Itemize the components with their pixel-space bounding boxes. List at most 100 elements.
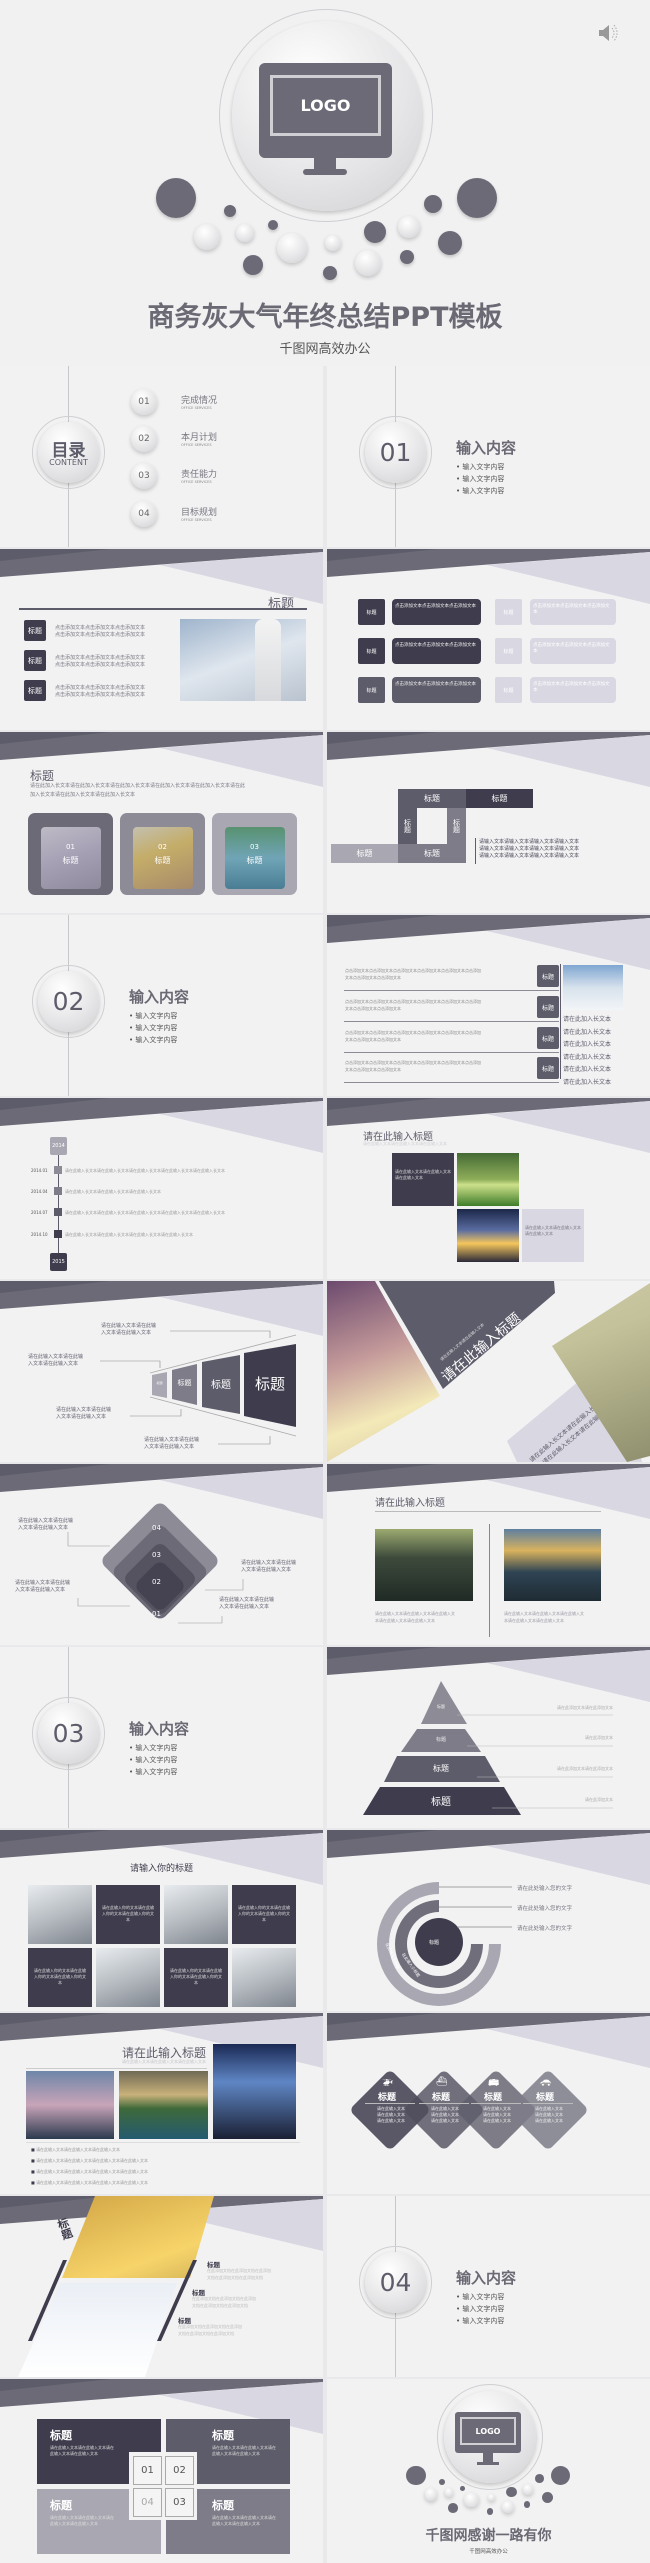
card-title: 标题 (212, 2429, 234, 2442)
photo-card[interactable]: 02 标题 (120, 813, 205, 895)
event-text: 请在此输入长文本请在此输入长文本请在此输入长文本请在此输入长文本请在此输入长文本 (65, 1210, 225, 1215)
side-text: 请在此加入长文本 (563, 1028, 612, 1036)
stair-box: 标题 (398, 789, 466, 808)
card-title: 标题 (62, 856, 79, 865)
section-bullet: • 输入文字内容 (456, 487, 505, 495)
pyramid-text: 请在此添加文本请在此添加文本 (557, 1766, 613, 1771)
diamond-text: 请在此输入文本请在此输入文本请在此输入文本 (377, 2106, 405, 2123)
event-date: 2014.07 (31, 1210, 48, 1215)
slide-title: 标题 (30, 769, 55, 783)
thanks-subtitle: 千图网高效办公 (469, 2549, 508, 2555)
decor-bubble (398, 216, 420, 238)
toc-subtitle: CONTENT (49, 458, 88, 467)
funnel-label: 标题 (177, 1379, 192, 1387)
slide-two-photos: 请在此输入标题 请在此输入文本请在此输入文本请在此输入文 本请在此输入文本请在此… (327, 1464, 650, 1645)
timeline-end: 2015 (50, 1253, 67, 1271)
photo-card[interactable]: 01 标题 (28, 813, 113, 895)
slide-diagonal: 请在此输入标题 请在此输入文本请在此输入文本 请在此输入长文本请在此输入长 请在… (327, 1281, 650, 1462)
label-badge: 标题 (24, 680, 46, 701)
stair-box: 标题 (466, 789, 533, 808)
decor-bubble (355, 250, 381, 276)
decor-bubble (424, 2488, 438, 2501)
decor-dot (486, 2508, 494, 2516)
callout-text: 请在此输入文本请在此输 入文本请在此输入文本 (241, 1560, 296, 1574)
slide-section-02: 02 输入内容 • 输入文字内容 • 输入文字内容 • 输入文字内容 (0, 915, 323, 1096)
decor-dot (224, 205, 236, 217)
callout-line: 请在此输入文本请在此输 (101, 1323, 157, 1329)
pyramid-text: 请在此添加文本 (585, 1735, 613, 1740)
diamond-title: 标题 (536, 2093, 555, 2103)
card-text: 请在此输入文本请在此输入文本请在此输入文本请在此输入文本 (50, 2445, 114, 2456)
section-bullet: • 输入文字内容 (456, 463, 505, 471)
arc-label: 请在此处输入您的文字 (517, 1886, 573, 1892)
section-number: 01 (365, 422, 426, 483)
label-badge: 标题 (537, 1027, 559, 1049)
decor-dot (268, 220, 278, 230)
slide-photo-cards: 标题 请在此加入长文本请在此加入长文本请在此加入长文本请在此加入长文本请在此加入… (0, 732, 323, 913)
decor-bubble (194, 224, 220, 250)
card-number: 02 (158, 843, 167, 851)
timeline-start: 2014 (50, 1137, 67, 1155)
row-text: 文本点击添加文本点击添加文本 (345, 1006, 401, 1011)
toc-label: 目标规划 (181, 508, 218, 518)
decor-bubble (522, 2484, 534, 2496)
section-bullet: • 输入文字内容 (129, 1036, 178, 1044)
toc-number: 03 (131, 463, 157, 489)
callout-line: 入文本请在此输入文本 (15, 1587, 66, 1593)
decor-bubble (325, 235, 341, 251)
section-number: 03 (38, 1703, 99, 1764)
diamond-title: 标题 (484, 2093, 503, 2103)
monitor-icon: LOGO (455, 2412, 521, 2453)
section-heading: 输入内容 (456, 439, 517, 457)
text-box: 点击添加文本点击添加文本点击添加文本 (530, 638, 616, 664)
label-badge: 标题 (24, 620, 46, 641)
pyramid-label: 标题 (431, 1797, 451, 1808)
text-tile: 请在此输入你的文本请在此输入你的文本请在此输入你的文本 (164, 1948, 228, 2007)
decor-dot (523, 2500, 531, 2508)
slide-photo-mosaic: 请在此输入标题 请在此输入文本请在此输入文本请在此输入文本 请在此输入文本请在此… (327, 1098, 650, 1279)
decor-dot (460, 2486, 465, 2492)
stair-box: 标题 (331, 844, 398, 863)
callout-line: 请在此输入文本请在此输 (56, 1407, 112, 1413)
monitor-icon: LOGO (259, 63, 392, 158)
arc-label: 请在此处输入您的文字 (517, 1926, 573, 1932)
toc-label: 完成情况 (181, 396, 218, 406)
slide-subtitle: 请在此输入文本请在此输入文本请在此输入文本 (363, 1141, 447, 1146)
cover-subtitle: 千图网高效办公 (279, 342, 371, 357)
toc-number: 04 (131, 501, 157, 527)
slide-arc-chart: 标题 请在此处输入您的文字 请在此处输入您的文字 请在此处输入您的文字 在此输入… (327, 1830, 650, 2011)
callout-line: 入文本请在此输入文本 (56, 1414, 107, 1420)
diamond-title: 标题 (432, 2093, 451, 2103)
callout-line: 请在此输入文本请在此输 (15, 1580, 71, 1586)
card-number: 03 (165, 2488, 194, 2517)
header-banner (327, 732, 650, 792)
callout-line: 请在此输入文本请在此输 (28, 1354, 84, 1360)
side-text: 请在此加入长文本 (563, 1016, 612, 1023)
speaker-icon[interactable] (597, 22, 619, 44)
callout-text: 请在此输入文本请在此输 入文本请在此输入文本 (15, 1580, 70, 1594)
photo-card[interactable]: 03 标题 (212, 813, 297, 895)
label-badge: 标题 (24, 650, 46, 671)
header-banner (0, 1098, 323, 1158)
section-heading: 输入内容 (129, 988, 190, 1006)
side-text: 请在此加入长文本 (563, 1041, 612, 1048)
pyramid-text: 请在此添加文本请在此添加文本 (557, 1705, 613, 1710)
callout-text: 请在此输入文本请在此输 入文本请在此输入文本 (56, 1407, 111, 1421)
bullet-item: ■ 请在此输入文本请在此输入文本请在此输入文本请在此输入文本 (31, 2158, 149, 2163)
item-text: 在此添加文档在此添加文档在此添加 (207, 2268, 271, 2273)
photo-tree (457, 1153, 519, 1206)
decor-dot (506, 2486, 517, 2498)
item-text: 文档在此添加文档在此添加文档 (207, 2275, 263, 2280)
text-tile: 请在此输入你的文本请在此输入你的文本请在此输入你的文本 (96, 1885, 160, 1944)
decor-dot (448, 2503, 458, 2513)
photo-night-sky (213, 2044, 296, 2139)
slide-section-01: 01 输入内容 • 输入文字内容 • 输入文字内容 • 输入文字内容 (327, 366, 650, 547)
slide-thanks: LOGO 千图网感谢一路有你 千图网高效办公 (327, 2379, 650, 2563)
callout-line: 入文本请在此输入文本 (28, 1361, 79, 1367)
pyramid-text: 请在此添加文本 (585, 1797, 613, 1802)
section-bullet: • 输入文字内容 (129, 1024, 178, 1032)
callout-line: 请在此输入文本请在此输 (18, 1518, 74, 1524)
text-box: 点击添加文本点击添加文本点击添加文本 (530, 599, 616, 625)
pyramid-label: 标题 (437, 1704, 445, 1709)
diamond-text: 请在此输入文本请在此输入文本请在此输入文本 (483, 2106, 511, 2123)
